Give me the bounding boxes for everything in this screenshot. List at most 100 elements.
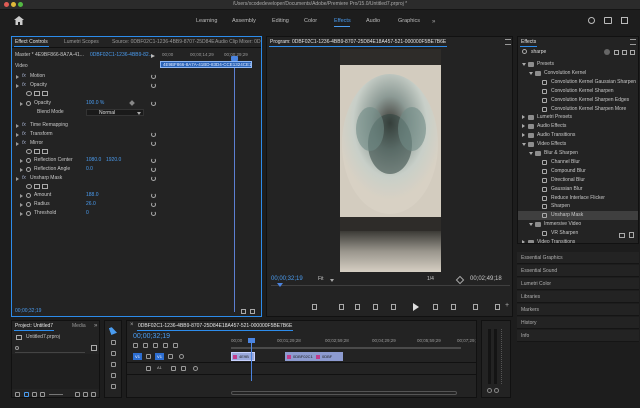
list-view-icon[interactable] <box>24 392 29 397</box>
timeline-close-icon[interactable]: × <box>130 322 134 328</box>
freeform-view-icon[interactable] <box>40 392 45 397</box>
threshold-value[interactable]: 0 <box>86 209 89 218</box>
tab-project[interactable]: Project: Untitled7 <box>12 321 56 331</box>
side-panel-libraries[interactable]: Libraries <box>517 291 639 303</box>
timeline-timecode[interactable]: 00;00;32;19 <box>133 332 170 341</box>
workspace-overflow-icon[interactable]: » <box>432 19 435 25</box>
effects-tree-item[interactable]: Compound Blur <box>518 167 638 176</box>
mark-out-button[interactable] <box>355 304 360 310</box>
sequence-label[interactable]: 0DBF02C1-1236-4BB9-82... <box>90 51 153 60</box>
chevron-down-icon[interactable] <box>529 71 533 75</box>
reset-icon[interactable] <box>151 132 156 137</box>
clear-search-icon[interactable] <box>604 49 610 55</box>
ec-row-radius[interactable]: Radius <box>12 200 152 209</box>
tab-audio-mixer[interactable]: Audio Clip Mixer: 0DBF02C1-1236-4BB9-870… <box>212 37 261 47</box>
unsharp-mask-ellipse-icon[interactable] <box>26 184 32 189</box>
chat-icon[interactable] <box>604 17 612 24</box>
lock-icon[interactable] <box>146 354 151 359</box>
program-playhead-icon[interactable] <box>277 283 283 287</box>
export-icon[interactable] <box>250 309 255 314</box>
reset-icon[interactable] <box>151 101 156 106</box>
chevron-right-icon[interactable] <box>522 240 525 243</box>
workspace-tab-color[interactable]: Color <box>304 17 317 25</box>
disclosure-triangle-icon[interactable] <box>16 177 19 181</box>
clip-v1-b[interactable]: 0DBF02C1 0DBF <box>285 352 343 361</box>
program-monitor-tab[interactable]: Program: 0DBF02C1-1236-4BB9-8707-25D84E1… <box>267 37 449 47</box>
disclosure-triangle-icon[interactable] <box>16 142 19 146</box>
stopwatch-icon[interactable] <box>26 167 31 172</box>
effects-tree-item[interactable]: Convolution Kernel Sharpen <box>518 87 638 96</box>
tab-media[interactable]: Media <box>69 321 89 331</box>
amount-value[interactable]: 188.0 <box>86 191 99 200</box>
disclosure-triangle-icon[interactable] <box>16 84 19 88</box>
effects-tree-item[interactable]: Presets <box>518 60 638 69</box>
tab-effect-controls[interactable]: Effect Controls <box>12 37 51 47</box>
fit-dropdown-icon[interactable] <box>330 279 334 282</box>
mirror-mask-pen-icon[interactable] <box>42 149 48 154</box>
32bit-icon[interactable] <box>622 50 627 55</box>
mask-rect-icon[interactable] <box>34 91 40 96</box>
effects-tree-item[interactable]: Convolution Kernel Sharpen Edges <box>518 96 638 105</box>
timeline-playhead[interactable] <box>251 339 252 381</box>
disclosure-triangle-icon[interactable] <box>20 159 23 163</box>
disclosure-triangle-icon[interactable] <box>16 124 19 128</box>
mute-button[interactable] <box>171 366 176 371</box>
home-icon[interactable] <box>14 16 24 25</box>
timeline-playhead-marker[interactable] <box>248 338 255 343</box>
effects-tree-item[interactable]: Reduce Interlace Flicker <box>518 194 638 203</box>
project-new-bin-icon[interactable] <box>91 345 97 351</box>
lift-button[interactable] <box>495 304 500 310</box>
marker-icon[interactable] <box>163 343 168 348</box>
timeline-hscroll[interactable] <box>231 391 457 395</box>
stopwatch-icon[interactable] <box>26 158 31 163</box>
chevron-down-icon[interactable] <box>522 143 526 147</box>
zoom-slider[interactable] <box>49 394 63 395</box>
fx-toggle-icon[interactable]: fx <box>22 130 26 139</box>
effects-menu-icon[interactable] <box>630 39 636 45</box>
clip-bar[interactable]: 4E9BF866-8A7A-41BD-83D4-CCE1324CE10F <box>160 61 252 68</box>
filter-icon[interactable] <box>241 309 246 314</box>
step-back-button[interactable] <box>391 304 396 310</box>
ec-row-transform[interactable]: fx Transform <box>12 130 152 139</box>
effects-tree-item[interactable]: Video Transitions <box>518 238 638 243</box>
workspace-tab-audio[interactable]: Audio <box>366 17 380 25</box>
workspace-tab-assembly[interactable]: Assembly <box>232 17 256 25</box>
disclosure-triangle-icon[interactable] <box>16 133 19 137</box>
effects-tree-item[interactable]: Audio Transitions <box>518 131 638 140</box>
track-select-tool-icon[interactable] <box>111 340 116 345</box>
add-marker-button[interactable] <box>312 304 317 310</box>
v1-source-target[interactable]: V1 <box>133 353 142 360</box>
effects-tree-item[interactable]: Convolution Kernel Sharpen More <box>518 105 638 114</box>
folder-icon[interactable] <box>83 392 88 397</box>
side-panel-essential-graphics[interactable]: Essential Graphics <box>517 252 639 264</box>
go-to-in-button[interactable] <box>373 304 378 310</box>
add-button-icon[interactable]: + <box>505 302 509 309</box>
razor-tool-icon[interactable] <box>111 362 116 367</box>
nest-icon[interactable] <box>133 343 138 348</box>
effects-tree-item[interactable]: Channel Blur <box>518 158 638 167</box>
reset-icon[interactable] <box>151 211 156 216</box>
go-to-out-button[interactable] <box>451 304 456 310</box>
linked-icon[interactable] <box>153 343 158 348</box>
project-overflow-icon[interactable]: » <box>94 323 97 329</box>
disclosure-triangle-icon[interactable] <box>20 168 23 172</box>
effects-tree-item[interactable]: Sharpen <box>518 202 638 211</box>
yuv-icon[interactable] <box>630 50 635 55</box>
mark-in-button[interactable] <box>339 304 344 310</box>
ec-row-time-remap[interactable]: fx Time Remapping <box>12 121 152 130</box>
disclosure-triangle-icon[interactable] <box>16 75 19 79</box>
reflection-angle-value[interactable]: 0.0 <box>86 165 93 174</box>
unsharp-mask-pen-icon[interactable] <box>42 184 48 189</box>
workspace-tab-editing[interactable]: Editing <box>272 17 289 25</box>
side-panel-history[interactable]: History <box>517 317 639 329</box>
work-area-bar[interactable] <box>231 347 461 349</box>
program-scrubber[interactable] <box>271 285 510 286</box>
program-timecode[interactable]: 00;00;32;19 <box>271 275 303 284</box>
pen-tool-icon[interactable] <box>111 373 116 378</box>
solo-left-icon[interactable] <box>487 388 492 393</box>
fx-toggle-icon[interactable]: fx <box>22 81 26 90</box>
new-item-icon[interactable] <box>75 392 80 397</box>
v1-target[interactable]: V1 <box>155 353 164 360</box>
delete-icon[interactable] <box>629 232 634 238</box>
workspace-tab-effects[interactable]: Effects <box>334 17 351 25</box>
